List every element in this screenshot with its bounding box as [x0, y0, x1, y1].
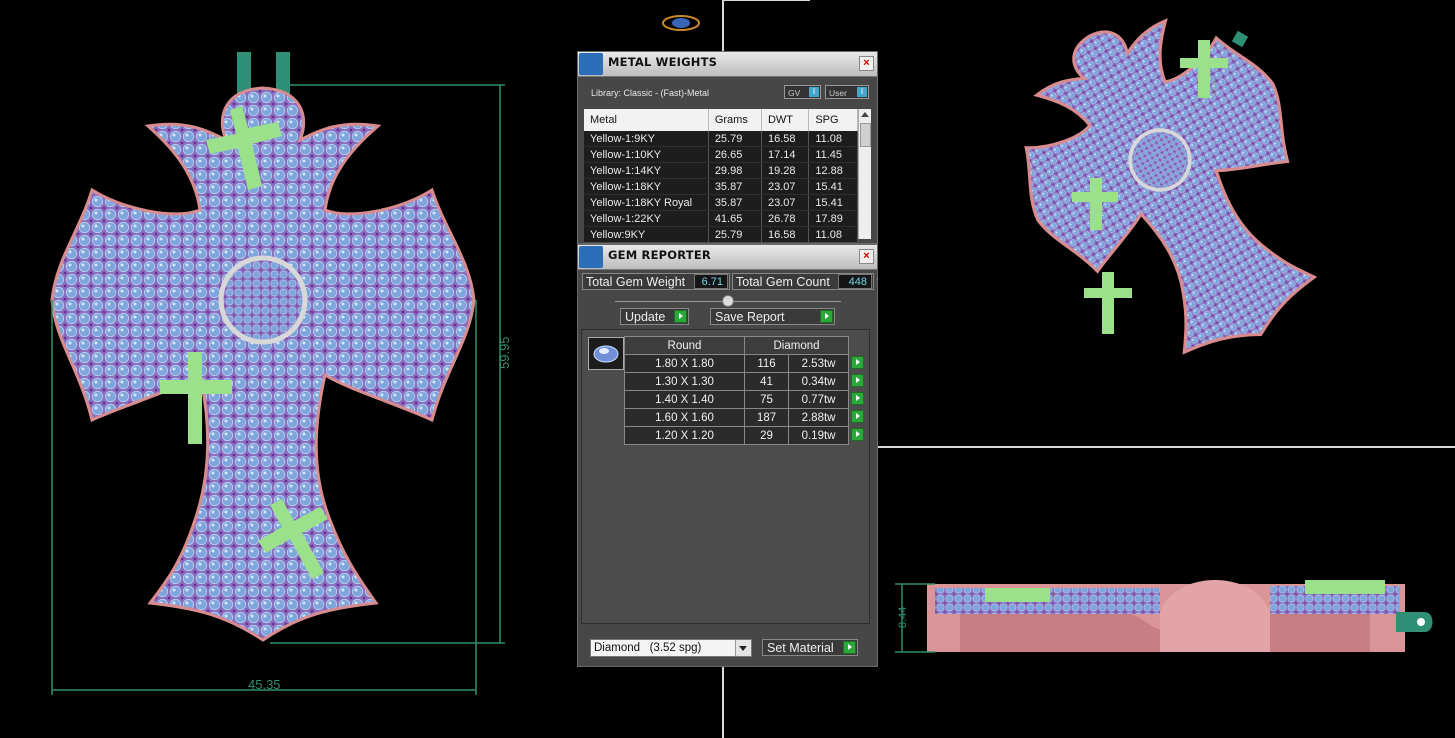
col-metal[interactable]: Metal: [584, 109, 709, 131]
set-material-label: Set Material: [767, 641, 834, 655]
metal-table: Metal Grams DWT SPG Yellow-1:9KY 25.79 16.…: [584, 109, 858, 242]
play-icon: [820, 310, 833, 323]
close-icon[interactable]: ×: [859, 56, 874, 71]
gem-row-button[interactable]: [849, 355, 868, 373]
chevron-down-icon[interactable]: [735, 640, 751, 656]
table-row[interactable]: Yellow-1:10KY 26.65 17.14 11.45: [584, 146, 858, 163]
gem-reporter-panel: GEM REPORTER × Total Gem Weight 6.71 Tot…: [577, 244, 878, 667]
report-icon: [579, 246, 603, 268]
gv-label: GV: [788, 88, 801, 98]
table-row[interactable]: Yellow-1:18KY Royal 35.87 23.07 15.41: [584, 194, 858, 211]
gem-row-button[interactable]: [849, 391, 868, 409]
col-grams[interactable]: Grams: [708, 109, 762, 131]
play-icon: [843, 641, 856, 654]
gem-reporter-title: GEM REPORTER: [608, 248, 711, 262]
dimension-height-label: 59.95: [497, 336, 512, 369]
user-indicator: I: [857, 87, 867, 97]
dimension-width-label: 45.35: [248, 677, 281, 692]
metal-table-viewport: Metal Grams DWT SPG Yellow-1:9KY 25.79 16.…: [584, 109, 858, 242]
diamond-gem-icon: [588, 337, 624, 370]
material-select-value: Diamond (3.52 spg): [594, 642, 702, 654]
gv-indicator: I: [809, 87, 819, 97]
total-gem-count-label: Total Gem Count: [736, 275, 830, 289]
scroll-up-icon[interactable]: [861, 112, 869, 117]
cross-front-view[interactable]: [50, 52, 476, 642]
table-row[interactable]: 1.60 X 1.60 187 2.88tw: [624, 408, 868, 427]
table-row[interactable]: 1.80 X 1.80 116 2.53tw: [624, 354, 868, 373]
material-select[interactable]: Diamond (3.52 spg): [590, 639, 752, 657]
total-gem-count-value: 448: [838, 274, 872, 289]
cross-side-view[interactable]: [927, 580, 1433, 652]
orientation-gizmo-icon[interactable]: [662, 15, 700, 31]
dimension-side-label: 8.44: [897, 607, 909, 628]
play-icon: [851, 373, 864, 387]
set-material-button[interactable]: Set Material: [762, 639, 858, 656]
flask-icon: [579, 53, 603, 75]
play-icon: [851, 427, 864, 441]
table-row[interactable]: Yellow-1:22KY 41.65 26.78 17.89: [584, 210, 858, 227]
total-gem-weight-label: Total Gem Weight: [586, 275, 686, 289]
table-row[interactable]: Yellow-1:18KY 35.87 23.07 15.41: [584, 178, 858, 195]
update-label: Update: [625, 310, 666, 324]
scroll-thumb[interactable]: [860, 123, 871, 147]
table-row[interactable]: 1.30 X 1.30 41 0.34tw: [624, 372, 868, 391]
viewport-divider-horizontal[interactable]: [876, 446, 1455, 448]
metal-weights-title: METAL WEIGHTS: [608, 55, 718, 69]
gem-row-button[interactable]: [849, 373, 868, 391]
report-slider-knob[interactable]: [722, 295, 734, 307]
user-label: User: [829, 88, 847, 98]
save-report-button[interactable]: Save Report: [710, 308, 835, 325]
col-round: Round: [624, 336, 745, 355]
play-icon: [851, 391, 864, 405]
table-row[interactable]: 1.20 X 1.20 29 0.19tw: [624, 426, 868, 445]
table-row[interactable]: 1.40 X 1.40 75 0.77tw: [624, 390, 868, 409]
close-icon[interactable]: ×: [859, 249, 874, 264]
table-row[interactable]: Yellow-1:9KY 25.79 16.58 11.08: [584, 131, 858, 147]
cross-perspective-view[interactable]: [971, 0, 1378, 402]
gem-row-button[interactable]: [849, 427, 868, 445]
col-dwt[interactable]: DWT: [761, 109, 810, 131]
table-row[interactable]: Yellow-1:14KY 29.98 19.28 12.88: [584, 162, 858, 179]
metal-weights-panel: METAL WEIGHTS × Library: Classic - (Fast…: [577, 51, 878, 244]
gem-list-area: Round Diamond 1.80 X 1.80 116 2.53tw 1.30 …: [581, 329, 870, 624]
save-report-label: Save Report: [715, 310, 785, 324]
play-icon: [851, 355, 864, 369]
library-label: Library: Classic - (Fast)-Metal: [591, 88, 710, 98]
col-spg[interactable]: SPG: [808, 109, 858, 131]
total-gem-weight-field: Total Gem Weight 6.71: [582, 273, 730, 290]
gem-reporter-titlebar[interactable]: GEM REPORTER ×: [578, 245, 877, 270]
total-gem-weight-value: 6.71: [694, 274, 728, 289]
user-toggle[interactable]: User I: [825, 85, 869, 99]
metal-table-scrollbar[interactable]: [858, 109, 871, 239]
play-icon: [851, 409, 864, 423]
update-button[interactable]: Update: [620, 308, 689, 325]
total-gem-count-field: Total Gem Count 448: [732, 273, 874, 290]
play-icon: [674, 310, 687, 323]
col-diamond: Diamond: [744, 336, 849, 355]
gem-table: Round Diamond 1.80 X 1.80 116 2.53tw 1.30 …: [624, 336, 868, 445]
gem-row-button[interactable]: [849, 409, 868, 427]
table-row[interactable]: Yellow:9KY 25.79 16.58 11.08: [584, 226, 858, 242]
gv-toggle[interactable]: GV I: [784, 85, 821, 99]
metal-weights-titlebar[interactable]: METAL WEIGHTS ×: [578, 52, 877, 77]
